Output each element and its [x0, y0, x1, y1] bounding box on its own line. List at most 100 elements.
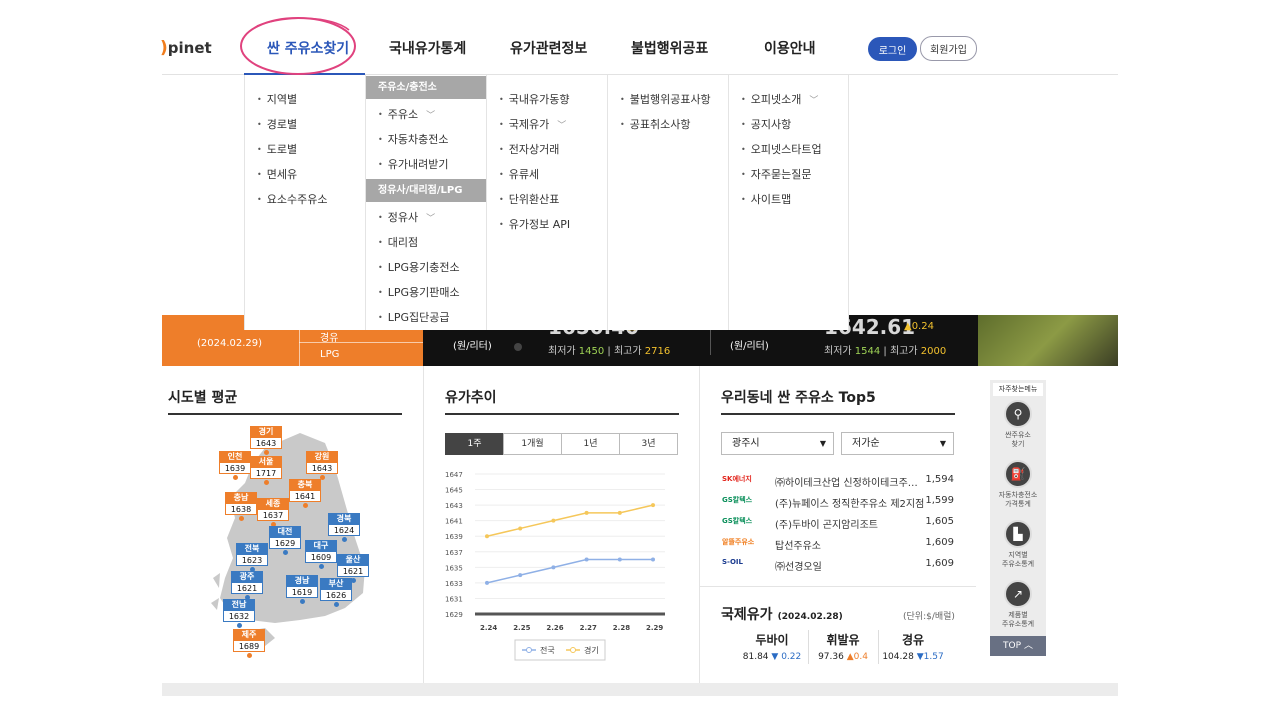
region-tag[interactable]: 제주 1689: [233, 629, 265, 658]
station-row[interactable]: 알뜰주유소 탑선주유소 1,609: [722, 535, 954, 553]
series-point: [651, 557, 655, 562]
sort-select[interactable]: 저가순 ▼: [841, 432, 954, 455]
region-price: 1626: [320, 589, 352, 601]
region-name: 강원: [306, 451, 338, 462]
region-select[interactable]: 광주시 ▼: [721, 432, 834, 455]
menu-agency[interactable]: 대리점: [378, 234, 418, 250]
menu-startup[interactable]: 오피넷스타트업: [741, 141, 822, 157]
nav-domestic-stats[interactable]: 국내유가통계: [389, 38, 466, 58]
join-button[interactable]: 회원가입: [920, 36, 977, 61]
x-tick-label: 2.26: [546, 624, 563, 632]
intl-unit: (단위:$/배럴): [903, 612, 955, 622]
region-tag[interactable]: 대구 1609: [305, 540, 337, 569]
menu-lpg-sale[interactable]: LPG용기판매소: [378, 284, 460, 300]
region-tag[interactable]: 충남 1638: [225, 492, 257, 521]
menu-download[interactable]: 유가내려받기: [378, 156, 449, 172]
x-tick-label: 2.28: [613, 624, 630, 632]
menu-urea[interactable]: 요소수주유소: [257, 191, 328, 207]
region-tag[interactable]: 전북 1623: [236, 543, 268, 572]
region-marker: [263, 480, 269, 485]
region-name: 경기: [250, 426, 282, 437]
intl-date: (2024.02.28): [777, 612, 843, 622]
region-tag[interactable]: 인천 1639: [219, 451, 251, 480]
menu-intl-price[interactable]: 국제유가﹀: [499, 116, 567, 132]
menu-ecommerce[interactable]: 전자상거래: [499, 141, 560, 157]
tab-1year[interactable]: 1년: [561, 433, 620, 455]
menu-refinery[interactable]: 정유사﹀: [378, 209, 435, 225]
station-price: 1,599: [925, 495, 954, 506]
region-marker: [341, 537, 347, 542]
nav-oil-info[interactable]: 유가관련정보: [510, 38, 587, 58]
series-point: [651, 503, 655, 508]
header: )pinet 싼 주유소찾기 국내유가통계 유가관련정보 불법행위공표 이용안내…: [0, 0, 1280, 75]
chart-icon: ↗: [1004, 580, 1032, 608]
region-name: 제주: [233, 629, 265, 640]
menu-road[interactable]: 도로별: [257, 141, 297, 157]
region-tag[interactable]: 세종 1637: [257, 498, 289, 527]
series-point: [485, 534, 489, 539]
series-point: [551, 565, 556, 570]
region-price: 1624: [328, 524, 360, 536]
chevron-down-icon: ﹀: [426, 111, 436, 121]
intl-title: 국제유가: [721, 607, 773, 623]
station-row[interactable]: SK에너지 ㈜하이테크산업 신정하이테크주유소 1,594: [722, 472, 954, 490]
region-name: 광주: [231, 571, 263, 582]
menu-route[interactable]: 경로별: [257, 116, 297, 132]
menu-domestic-trend[interactable]: 국내유가동향: [499, 91, 570, 107]
quick-product-stats[interactable]: ↗ 제품별 주유소통계: [990, 580, 1046, 629]
quick-ev-stats[interactable]: ⛽ 자동차충전소 가격통계: [990, 460, 1046, 509]
tab-1month[interactable]: 1개월: [503, 433, 562, 455]
station-row[interactable]: GS칼텍스 (주)두바이 곤지암리조트 1,605: [722, 514, 954, 532]
menu-lpg-charge[interactable]: LPG용기충전소: [378, 259, 460, 275]
region-tag[interactable]: 서울 1717: [250, 456, 282, 485]
menu-sitemap[interactable]: 사이트맵: [741, 191, 791, 207]
menu-region[interactable]: 지역별: [257, 91, 297, 107]
menu-faq[interactable]: 자주묻는질문: [741, 166, 812, 182]
station-row[interactable]: GS칼텍스 (주)뉴페이스 정직한주유소 제2지점 1,599: [722, 493, 954, 511]
menu-illegal-cancel[interactable]: 공표취소사항: [620, 116, 691, 132]
tab-1week[interactable]: 1주: [445, 433, 504, 455]
brand-logo: S-OIL: [722, 558, 743, 566]
region-tag[interactable]: 광주 1621: [231, 571, 263, 600]
brand-logo: 알뜰주유소: [722, 538, 755, 546]
menu-illegal-list[interactable]: 불법행위공표사항: [620, 91, 711, 107]
region-tag[interactable]: 부산 1626: [320, 578, 352, 607]
station-row[interactable]: S-OIL ㈜선경오일 1,609: [722, 556, 954, 574]
region-marker: [318, 564, 324, 569]
brand-logo: GS칼텍스: [722, 496, 753, 504]
login-button[interactable]: 로그인: [868, 37, 917, 61]
series-point: [584, 557, 589, 562]
menu-gas-station[interactable]: 주유소﹀: [378, 106, 435, 122]
station-name: (주)뉴페이스 정직한주유소 제2지점: [775, 499, 925, 510]
region-tag[interactable]: 전남 1632: [223, 599, 255, 628]
region-name: 충북: [289, 479, 321, 490]
region-price: 1643: [250, 437, 282, 449]
nav-guide[interactable]: 이용안내: [764, 38, 816, 58]
region-tag[interactable]: 대전 1629: [269, 526, 301, 555]
menu-about[interactable]: 오피넷소개﹀: [741, 91, 819, 107]
quick-region-stats[interactable]: ▙ 지역별 주유소통계: [990, 520, 1046, 569]
menu-ev-station[interactable]: 자동차충전소: [378, 131, 449, 147]
region-tag[interactable]: 충북 1641: [289, 479, 321, 508]
menu-api[interactable]: 유가정보 API: [499, 216, 570, 232]
opinet-logo[interactable]: )pinet: [160, 38, 212, 58]
map-icon: ▙: [1004, 520, 1032, 548]
region-tag[interactable]: 경남 1619: [286, 575, 318, 604]
menu-lpg-group[interactable]: LPG집단공급: [378, 309, 450, 325]
intl-name: 경유: [901, 633, 925, 647]
chevron-up-icon: ︿: [1023, 641, 1033, 651]
quick-cheap-station[interactable]: ⚲ 싼주유소 찾기: [990, 400, 1046, 449]
station-price: 1,594: [925, 474, 954, 485]
y-tick-label: 1641: [445, 518, 463, 526]
menu-taxfree[interactable]: 면세유: [257, 166, 297, 182]
menu-head-refinery: 정유사/대리점/LPG: [366, 179, 487, 202]
nav-illegal-notice[interactable]: 불법행위공표: [631, 38, 708, 58]
region-tag[interactable]: 강원 1643: [306, 451, 338, 480]
tab-3year[interactable]: 3년: [619, 433, 678, 455]
menu-notice[interactable]: 공지사항: [741, 116, 791, 132]
menu-unit[interactable]: 단위환산표: [499, 191, 560, 207]
top-button[interactable]: TOP ︿: [990, 636, 1046, 656]
menu-tax[interactable]: 유류세: [499, 166, 539, 182]
region-tag[interactable]: 경북 1624: [328, 513, 360, 542]
region-tag[interactable]: 경기 1643: [250, 426, 282, 455]
